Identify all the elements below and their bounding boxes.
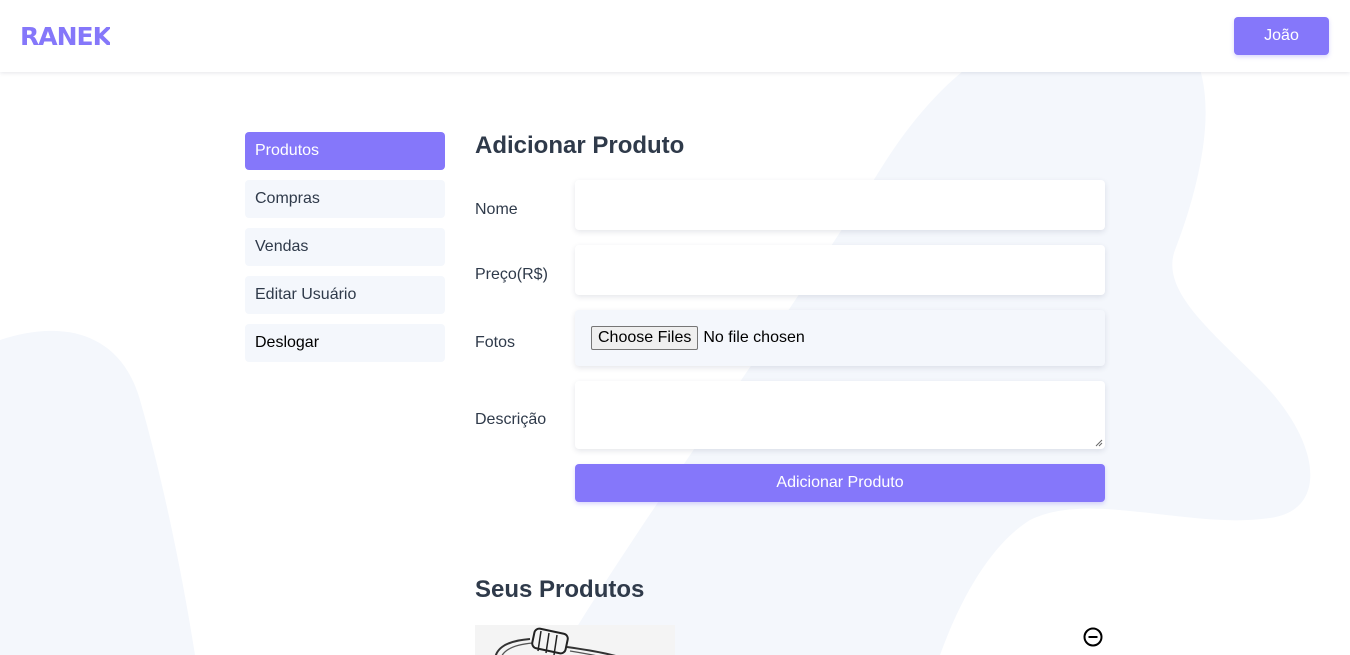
sidebar-item-produtos[interactable]: Produtos <box>245 132 445 170</box>
sidebar-item-compras[interactable]: Compras <box>245 180 445 218</box>
descricao-textarea[interactable] <box>575 381 1105 449</box>
top-header: RANEK João <box>0 0 1350 72</box>
preco-input[interactable] <box>575 245 1105 295</box>
resize-grip-icon[interactable] <box>1095 439 1103 447</box>
fotos-label: Fotos <box>475 334 516 351</box>
preco-label: Preço(R$) <box>475 266 548 283</box>
account-sidebar: Produtos Compras Vendas Editar Usuário D… <box>245 132 445 372</box>
your-products-title: Seus Produtos <box>475 576 645 603</box>
nome-input[interactable] <box>575 180 1105 230</box>
descricao-label: Descrição <box>475 411 547 428</box>
ranek-logo-mark: RANEK <box>20 24 110 48</box>
minus-circle-icon[interactable] <box>1082 626 1104 648</box>
fotos-file-input: Choose Files No file chosen <box>575 310 1105 366</box>
choose-files-button[interactable]: Choose Files <box>591 326 699 350</box>
nome-label: Nome <box>475 201 518 218</box>
product-image-icon <box>494 627 616 655</box>
sidebar-item-deslogar[interactable]: Deslogar <box>245 324 445 362</box>
add-product-title: Adicionar Produto <box>475 132 685 159</box>
add-product-submit-button[interactable]: Adicionar Produto <box>575 464 1105 502</box>
svg-text:RANEK: RANEK <box>20 24 110 48</box>
user-account-button[interactable]: João <box>1234 17 1329 55</box>
sidebar-item-editar-usuario[interactable]: Editar Usuário <box>245 276 445 314</box>
product-thumbnail[interactable] <box>475 625 675 655</box>
file-status-text: No file chosen <box>703 329 805 346</box>
sidebar-item-vendas[interactable]: Vendas <box>245 228 445 266</box>
ranek-logo[interactable]: RANEK <box>20 22 110 49</box>
